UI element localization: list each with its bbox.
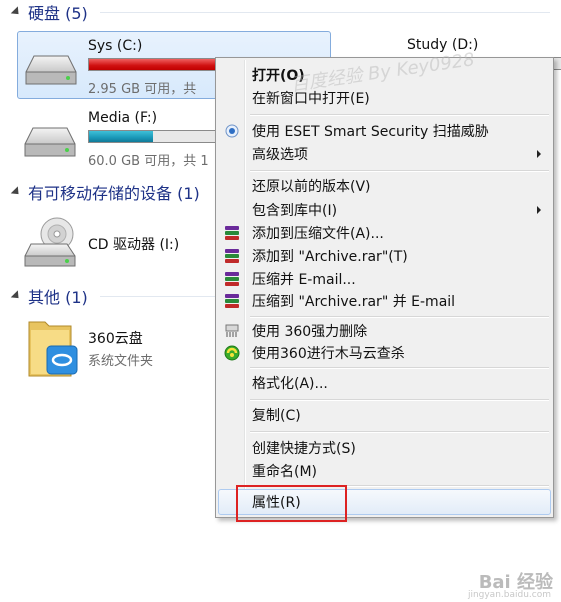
cloud-folder-icon (28, 321, 78, 377)
menu-item-label: 创建快捷方式(S) (252, 440, 356, 457)
hard-drive-icon (25, 55, 77, 85)
cd-drive-icon (24, 217, 76, 267)
menu-item-label: 使用360进行木马云查杀 (252, 345, 405, 362)
menu-item-open-new-window[interactable]: 在新窗口中打开(E) (218, 86, 551, 109)
submenu-arrow-icon (537, 150, 541, 158)
group-header-other[interactable]: 其他 (1) (0, 284, 215, 308)
menu-item-label: 高级选项 (252, 146, 308, 163)
menu-item-advanced[interactable]: 高级选项 (218, 142, 551, 165)
drive-media-f[interactable]: Media (F:) 60.0 GB 可用，共 1 (17, 104, 227, 170)
collapse-triangle-icon[interactable] (10, 290, 23, 302)
menu-item-restore-previous[interactable]: 还原以前的版本(V) (218, 174, 551, 197)
menu-item-copy[interactable]: 复制(C) (218, 403, 551, 426)
menu-item-label: 压缩到 "Archive.rar" 并 E-mail (252, 293, 456, 310)
group-title-hdd: 硬盘 (5) (28, 4, 88, 23)
menu-item-label: 复制(C) (252, 407, 301, 424)
menu-item-label: 压缩并 E-mail... (252, 271, 356, 288)
folder-type: 系统文件夹 (88, 354, 154, 369)
menu-item-label: 使用 ESET Smart Security 扫描威胁 (252, 123, 489, 140)
menu-item-label: 添加到压缩文件(A)... (252, 225, 384, 242)
menu-separator (250, 316, 549, 318)
menu-item-add-archive[interactable]: 添加到压缩文件(A)... (218, 221, 551, 244)
winrar-icon (225, 226, 239, 240)
menu-item-compress-email[interactable]: 压缩并 E-mail... (218, 267, 551, 290)
group-divider (100, 12, 550, 13)
menu-item-label: 还原以前的版本(V) (252, 178, 371, 195)
shredder-icon (225, 324, 239, 337)
drive-name: CD 驱动器 (I:) (88, 237, 180, 253)
menu-item-label: 使用 360强力删除 (252, 323, 368, 340)
group-divider (100, 296, 215, 297)
menu-item-label: 添加到 "Archive.rar"(T) (252, 248, 408, 265)
drive-name: Sys (C:) (88, 38, 143, 54)
group-header-removable[interactable]: 有可移动存储的设备 (1) (0, 180, 200, 204)
menu-item-compress-rar-email[interactable]: 压缩到 "Archive.rar" 并 E-mail (218, 289, 551, 312)
menu-separator (250, 367, 549, 369)
collapse-triangle-icon[interactable] (10, 186, 23, 198)
submenu-arrow-icon (537, 206, 541, 214)
winrar-icon (225, 294, 239, 308)
menu-item-360-cloud-scan[interactable]: 使用360进行木马云查杀 (218, 341, 551, 364)
menu-item-label: 重命名(M) (252, 463, 318, 480)
winrar-icon (225, 272, 239, 286)
menu-item-360-force-delete[interactable]: 使用 360强力删除 (218, 319, 551, 342)
360-security-icon (224, 345, 240, 361)
menu-item-eset-scan[interactable]: 使用 ESET Smart Security 扫描威胁 (218, 119, 551, 142)
menu-item-add-archive-rar[interactable]: 添加到 "Archive.rar"(T) (218, 244, 551, 267)
usage-bar (88, 130, 218, 143)
folder-360-cloud[interactable]: 360云盘 系统文件夹 (17, 314, 217, 378)
menu-separator (250, 431, 549, 433)
eset-icon (225, 124, 239, 138)
drive-free-space: 2.95 GB 可用，共 (88, 82, 197, 97)
drive-free-space: 60.0 GB 可用，共 1 (88, 154, 209, 169)
menu-item-label: 格式化(A)... (252, 375, 328, 392)
group-header-hdd[interactable]: 硬盘 (5) (0, 0, 550, 24)
winrar-icon (225, 249, 239, 263)
menu-item-format[interactable]: 格式化(A)... (218, 371, 551, 394)
context-menu: 打开(O) 在新窗口中打开(E) 使用 ESET Smart Security … (215, 57, 554, 518)
folder-name: 360云盘 (88, 331, 143, 347)
menu-item-rename[interactable]: 重命名(M) (218, 459, 551, 482)
drive-cd-i[interactable]: CD 驱动器 (I:) (17, 214, 217, 274)
baidu-url: jingyan.baidu.com (467, 590, 551, 600)
menu-separator (250, 114, 549, 116)
menu-item-label: 包含到库中(I) (252, 202, 338, 219)
hard-drive-icon (24, 127, 76, 157)
group-title-other: 其他 (1) (28, 288, 88, 307)
usage-bar-fill (89, 131, 153, 142)
annotation-highlight-box (236, 485, 347, 522)
menu-separator (250, 399, 549, 401)
drive-name: Media (F:) (88, 110, 158, 126)
menu-item-create-shortcut[interactable]: 创建快捷方式(S) (218, 436, 551, 459)
group-title-removable: 有可移动存储的设备 (1) (28, 184, 200, 203)
menu-item-include-library[interactable]: 包含到库中(I) (218, 198, 551, 221)
collapse-triangle-icon[interactable] (10, 6, 23, 18)
menu-separator (250, 170, 549, 172)
